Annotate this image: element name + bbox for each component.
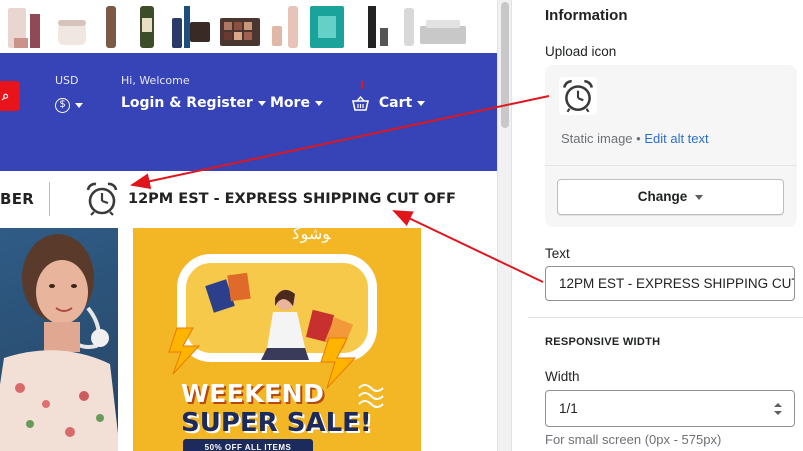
chevron-down-icon xyxy=(257,100,266,106)
chevron-down-icon xyxy=(314,100,323,106)
previous-announcement-text: BER xyxy=(0,190,35,208)
chevron-down-icon xyxy=(417,100,426,106)
card-divider xyxy=(545,165,797,166)
currency-label: USD xyxy=(55,74,79,87)
announcement-divider xyxy=(49,182,50,216)
chevron-down-icon xyxy=(695,194,704,200)
alarm-clock-icon xyxy=(86,182,118,216)
model-photo xyxy=(0,228,118,451)
alarm-clock-icon xyxy=(563,79,593,113)
section-title: Information xyxy=(545,7,628,24)
promo-headline-1: WEEKEND xyxy=(181,379,325,408)
preview-scrollbar-thumb[interactable] xyxy=(501,2,509,128)
width-select-value: 1/1 xyxy=(559,401,578,416)
announcement-bar: BER 12PM EST - EXPRESS SHIPPING CUT OFF xyxy=(0,171,497,228)
greeting-text: Hi, Welcome xyxy=(121,74,190,87)
cart-button[interactable]: Cart xyxy=(352,95,426,111)
select-arrows-icon xyxy=(774,403,782,415)
chevron-down-icon xyxy=(75,103,83,108)
shipping-cutoff-text: 12PM EST - EXPRESS SHIPPING CUT OFF xyxy=(128,191,456,207)
upload-icon-label: Upload icon xyxy=(545,44,617,59)
cart-indicator xyxy=(361,81,363,89)
static-image-row: Static image • Edit alt text xyxy=(561,131,709,146)
currency-selector[interactable]: $ xyxy=(55,95,83,114)
product-strip xyxy=(0,0,497,53)
dollar-icon: $ xyxy=(55,98,70,113)
cart-label: Cart xyxy=(378,95,413,111)
header-nav: ⌕ USD $ Hi, Welcome Login & Register Mor… xyxy=(0,53,497,171)
promo-discount-pill: 50% OFF ALL ITEMS xyxy=(183,439,313,451)
small-screen-hint: For small screen (0px - 575px) xyxy=(545,432,722,447)
login-register-label: Login & Register xyxy=(121,95,253,111)
responsive-width-heading: RESPONSIVE WIDTH xyxy=(545,336,661,348)
preview-scrollbar[interactable] xyxy=(497,0,511,451)
settings-panel: Information Upload icon Static image • E… xyxy=(511,0,803,451)
change-button[interactable]: Change xyxy=(557,179,784,215)
text-input[interactable]: 12PM EST - EXPRESS SHIPPING CUT xyxy=(545,266,795,301)
promo-banner[interactable]: ﻮﺷﻮﻛ WEEKEND SUPER SALE! 50% OFF ALL ITE… xyxy=(133,228,421,451)
search-button[interactable]: ⌕ xyxy=(0,81,20,111)
screen: ⌕ USD $ Hi, Welcome Login & Register Mor… xyxy=(0,0,803,451)
text-label: Text xyxy=(545,246,570,261)
static-image-text: Static image xyxy=(561,131,633,146)
upload-icon-card: Static image • Edit alt text Change xyxy=(545,65,797,227)
basket-icon xyxy=(352,95,369,111)
edit-alt-text-link[interactable]: Edit alt text xyxy=(644,131,708,146)
model-photo-image xyxy=(0,234,118,451)
width-select[interactable]: 1/1 xyxy=(545,390,795,427)
storefront-preview: ⌕ USD $ Hi, Welcome Login & Register Mor… xyxy=(0,0,497,451)
uploaded-icon-thumbnail[interactable] xyxy=(559,77,597,115)
more-menu[interactable]: More xyxy=(270,95,323,111)
section-divider xyxy=(528,317,803,318)
promo-headline-2: SUPER SALE! xyxy=(181,408,372,438)
search-icon: ⌕ xyxy=(2,88,10,103)
change-button-label: Change xyxy=(637,189,688,204)
width-label: Width xyxy=(545,369,580,384)
separator-dot: • xyxy=(632,131,645,146)
more-label: More xyxy=(270,95,310,111)
product-strip-images xyxy=(8,6,466,48)
login-register-link[interactable]: Login & Register xyxy=(121,95,266,111)
